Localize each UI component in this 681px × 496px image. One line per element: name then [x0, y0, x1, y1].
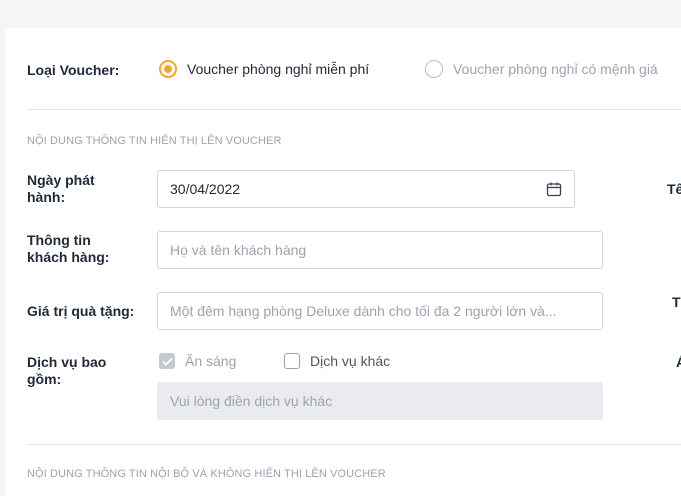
issue-date-value: 30/04/2022: [170, 181, 241, 197]
voucher-form-card: Loại Voucher: Voucher phòng nghỉ miễn ph…: [5, 28, 681, 496]
gift-value-input[interactable]: Một đêm hạng phòng Deluxe dành cho tối đ…: [157, 292, 603, 330]
checkbox-unchecked-icon: [284, 353, 300, 369]
gift-value-placeholder: Một đêm hạng phòng Deluxe dành cho tối đ…: [170, 303, 557, 319]
voucher-type-label: Loại Voucher:: [27, 62, 120, 78]
checkbox-other-service[interactable]: Dịch vụ khác: [284, 353, 390, 369]
section-title-internal: NỘI DUNG THÔNG TIN NỘI BỘ VÀ KHÔNG HIỂN …: [27, 468, 386, 480]
calendar-icon[interactable]: [546, 181, 562, 197]
other-service-placeholder: Vui lòng điền dịch vụ khác: [170, 393, 333, 409]
divider: [27, 109, 681, 110]
checkbox-breakfast[interactable]: Ăn sáng: [159, 353, 236, 369]
checkbox-checked-icon: [159, 353, 175, 369]
other-service-input[interactable]: Vui lòng điền dịch vụ khác: [157, 382, 603, 420]
customer-info-label: Thông tin khách hàng:: [27, 232, 110, 265]
right-column-label-3: Á: [676, 354, 681, 370]
customer-name-input[interactable]: Họ và tên khách hàng: [157, 231, 603, 269]
section-title-display: NỘI DUNG THÔNG TIN HIỂN THỊ LÊN VOUCHER: [27, 135, 282, 147]
issue-date-label: Ngày phát hành:: [27, 172, 95, 205]
issue-date-field[interactable]: 30/04/2022: [157, 170, 575, 208]
divider: [27, 444, 681, 445]
radio-denomination-room-label: Voucher phòng nghỉ có mệnh giá: [453, 61, 658, 77]
radio-denomination-room[interactable]: Voucher phòng nghỉ có mệnh giá: [425, 60, 658, 78]
radio-free-room[interactable]: Voucher phòng nghỉ miễn phí: [159, 60, 369, 78]
radio-free-room-label: Voucher phòng nghỉ miễn phí: [187, 61, 370, 77]
checkbox-other-service-label: Dịch vụ khác: [310, 353, 391, 369]
right-column-label-2: T: [672, 294, 681, 310]
radio-selected-icon: [159, 60, 177, 78]
customer-name-placeholder: Họ và tên khách hàng: [170, 242, 307, 258]
right-column-label-1: Tê: [667, 181, 681, 197]
checkbox-breakfast-label: Ăn sáng: [185, 353, 237, 369]
services-label: Dịch vụ bao gồm:: [27, 354, 107, 387]
radio-unselected-icon: [425, 60, 443, 78]
gift-value-label: Giá trị quà tặng:: [27, 303, 135, 319]
